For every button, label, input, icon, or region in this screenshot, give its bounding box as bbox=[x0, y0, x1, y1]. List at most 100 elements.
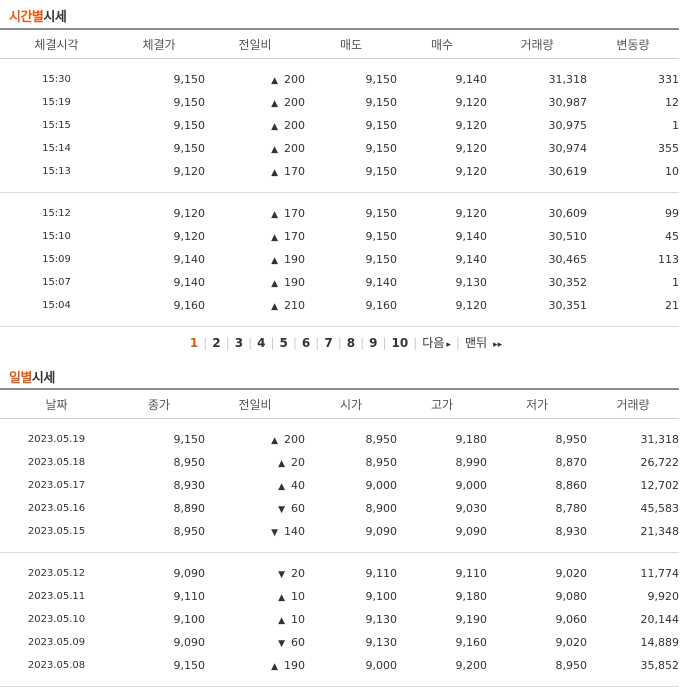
close-cell: 9,150 bbox=[173, 659, 206, 672]
high-cell: 9,000 bbox=[455, 479, 488, 492]
caret-right-icon: ▸ bbox=[446, 340, 451, 350]
time-quotes-title-highlight: 시간별 bbox=[9, 10, 44, 25]
diff-cell: ▲ 190 bbox=[205, 271, 305, 294]
col-header-price: 체결가 bbox=[113, 28, 205, 59]
time-quotes-header-row: 체결시각 체결가 전일비 매도 매수 거래량 변동량 bbox=[0, 28, 679, 59]
date-cell: 2023.05.19 bbox=[27, 434, 86, 445]
col-header-volume: 거래량 bbox=[487, 28, 587, 59]
diff-value: 190 bbox=[284, 659, 305, 672]
diff-cell: ▲ 170 bbox=[205, 225, 305, 248]
last-page-link[interactable]: 맨뒤 ▸▸ bbox=[460, 334, 507, 351]
table-row: 15:07 9,140 ▲ 190 9,140 9,130 30,352 1 bbox=[0, 271, 679, 294]
table-row: 15:14 9,150 ▲ 200 9,150 9,120 30,974 355 bbox=[0, 137, 679, 160]
page-link-6[interactable]: 6 bbox=[297, 336, 315, 350]
col-header-low: 저가 bbox=[487, 388, 587, 419]
time-cell: 15:04 bbox=[42, 300, 71, 311]
low-cell: 8,870 bbox=[555, 456, 588, 469]
time-cell: 15:30 bbox=[42, 74, 71, 85]
table-row: 15:13 9,120 ▲ 170 9,150 9,120 30,619 10 bbox=[0, 160, 679, 183]
up-triangle-icon: ▲ bbox=[271, 122, 278, 132]
volume-cell: 30,975 bbox=[548, 119, 588, 132]
bid-cell: 9,120 bbox=[455, 299, 488, 312]
diff-value: 200 bbox=[284, 96, 305, 109]
volume-cell: 14,889 bbox=[640, 636, 680, 649]
page-link-1[interactable]: 1 bbox=[185, 336, 203, 350]
volume-cell: 20,144 bbox=[640, 613, 680, 626]
price-cell: 9,120 bbox=[173, 207, 206, 220]
up-triangle-icon: ▲ bbox=[271, 145, 278, 155]
ask-cell: 9,150 bbox=[365, 230, 398, 243]
page-link-8[interactable]: 8 bbox=[342, 336, 360, 350]
diff-cell: ▲ 10 bbox=[205, 585, 305, 608]
row-spacer bbox=[0, 677, 679, 687]
row-spacer-cell bbox=[0, 677, 679, 687]
diff-cell: ▲ 200 bbox=[205, 428, 305, 451]
next-page-link[interactable]: 다음 ▸ bbox=[417, 334, 456, 351]
open-cell: 9,090 bbox=[365, 525, 398, 538]
up-triangle-icon: ▲ bbox=[271, 233, 278, 243]
open-cell: 9,000 bbox=[365, 659, 398, 672]
date-cell: 2023.05.18 bbox=[27, 457, 86, 468]
table-row: 15:19 9,150 ▲ 200 9,150 9,120 30,987 12 bbox=[0, 91, 679, 114]
time-cell: 15:09 bbox=[42, 254, 71, 265]
low-cell: 9,020 bbox=[555, 567, 588, 580]
diff-cell: ▲ 200 bbox=[205, 91, 305, 114]
up-triangle-icon: ▲ bbox=[271, 76, 278, 86]
row-spacer-cell bbox=[0, 193, 679, 203]
open-cell: 9,130 bbox=[365, 613, 398, 626]
diff-cell: ▲ 200 bbox=[205, 68, 305, 91]
ask-cell: 9,150 bbox=[365, 253, 398, 266]
diff-cell: ▲ 190 bbox=[205, 654, 305, 677]
col-header-volume: 거래량 bbox=[587, 388, 679, 419]
diff-value: 60 bbox=[291, 636, 305, 649]
volume-cell: 31,318 bbox=[548, 73, 588, 86]
diff-cell: ▲ 190 bbox=[205, 248, 305, 271]
up-triangle-icon: ▲ bbox=[271, 168, 278, 178]
diff-value: 170 bbox=[284, 230, 305, 243]
high-cell: 9,090 bbox=[455, 525, 488, 538]
last-page-label: 맨뒤 bbox=[464, 336, 488, 350]
volume-cell: 30,619 bbox=[548, 165, 588, 178]
page-link-9[interactable]: 9 bbox=[364, 336, 382, 350]
page-link-10[interactable]: 10 bbox=[387, 336, 414, 350]
diff-cell: ▲ 170 bbox=[205, 202, 305, 225]
bid-cell: 9,120 bbox=[455, 165, 488, 178]
price-cell: 9,120 bbox=[173, 165, 206, 178]
diff-cell: ▼ 140 bbox=[205, 520, 305, 543]
low-cell: 9,060 bbox=[555, 613, 588, 626]
date-cell: 2023.05.12 bbox=[27, 568, 86, 579]
page-link-4[interactable]: 4 bbox=[252, 336, 270, 350]
low-cell: 8,950 bbox=[555, 433, 588, 446]
up-triangle-icon: ▲ bbox=[271, 210, 278, 220]
table-row: 2023.05.18 8,950 ▲ 20 8,950 8,990 8,870 26,722 bbox=[0, 451, 679, 474]
open-cell: 8,900 bbox=[365, 502, 398, 515]
table-row: 15:04 9,160 ▲ 210 9,160 9,120 30,351 21 bbox=[0, 294, 679, 317]
volume-cell: 35,852 bbox=[640, 659, 680, 672]
row-spacer bbox=[0, 317, 679, 327]
diff-cell: ▼ 60 bbox=[205, 497, 305, 520]
volume-cell: 9,920 bbox=[647, 590, 680, 603]
daily-quotes-header-row: 날짜 종가 전일비 시가 고가 저가 거래량 bbox=[0, 388, 679, 419]
date-cell: 2023.05.08 bbox=[27, 660, 86, 671]
change-cell: 99 bbox=[665, 207, 679, 220]
volume-cell: 26,722 bbox=[640, 456, 680, 469]
col-header-time: 체결시각 bbox=[0, 28, 113, 59]
page-link-7[interactable]: 7 bbox=[319, 336, 337, 350]
change-cell: 113 bbox=[658, 253, 679, 266]
close-cell: 9,110 bbox=[173, 590, 206, 603]
page-link-5[interactable]: 5 bbox=[275, 336, 293, 350]
close-cell: 8,930 bbox=[173, 479, 206, 492]
col-header-ask: 매도 bbox=[305, 28, 397, 59]
diff-value: 210 bbox=[284, 299, 305, 312]
date-cell: 2023.05.11 bbox=[27, 591, 86, 602]
col-header-date: 날짜 bbox=[0, 388, 113, 419]
ask-cell: 9,150 bbox=[365, 207, 398, 220]
price-cell: 9,150 bbox=[173, 96, 206, 109]
down-triangle-icon: ▼ bbox=[278, 639, 285, 649]
ask-cell: 9,160 bbox=[365, 299, 398, 312]
page-link-2[interactable]: 2 bbox=[207, 336, 225, 350]
diff-value: 40 bbox=[291, 479, 305, 492]
page-link-3[interactable]: 3 bbox=[230, 336, 248, 350]
price-cell: 9,150 bbox=[173, 142, 206, 155]
high-cell: 9,190 bbox=[455, 613, 488, 626]
